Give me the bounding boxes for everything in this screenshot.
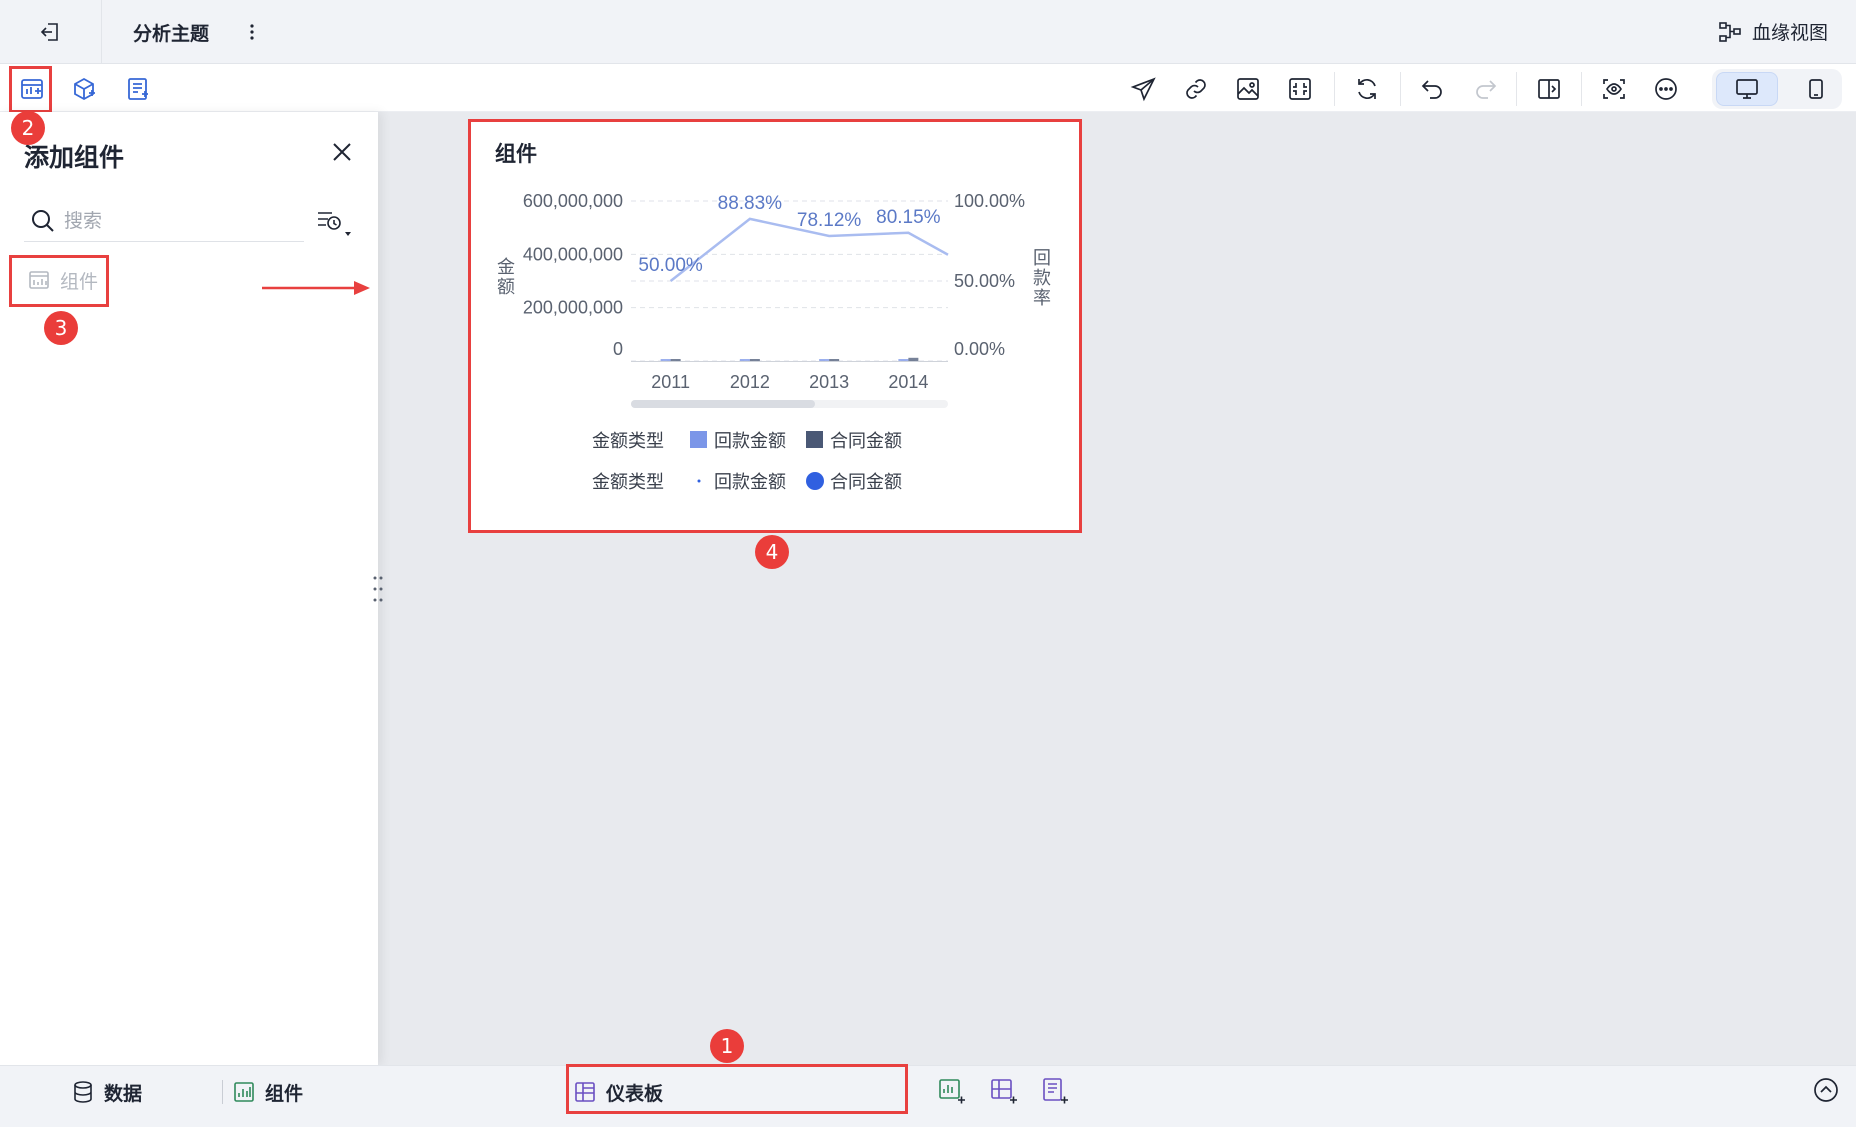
y-axis-title: 金 — [497, 257, 515, 278]
bar — [739, 359, 750, 361]
drag-arrow — [262, 278, 372, 298]
close-icon[interactable] — [328, 138, 356, 166]
legend-swatch — [690, 431, 707, 448]
add-dashboard-icon[interactable] — [989, 1076, 1019, 1106]
bar — [898, 359, 909, 361]
layout-panel-icon[interactable] — [1535, 75, 1563, 103]
y-tick-label: 600,000,000 — [523, 191, 623, 211]
search-input[interactable] — [64, 206, 294, 236]
legend-group-label: 金额类型 — [592, 431, 664, 452]
dataset-cube-icon[interactable] — [70, 75, 98, 103]
y2-tick-label: 50.00% — [954, 271, 1015, 291]
toolbar-divider — [1400, 72, 1401, 106]
toolbar-divider — [1334, 72, 1335, 106]
y-tick-label: 0 — [613, 339, 623, 359]
component-tab-label: 组件 — [265, 1082, 304, 1105]
lineage-label: 血缘视图 — [1751, 22, 1828, 44]
step-badge: 2 — [11, 111, 45, 145]
panel-title: 添加组件 — [24, 143, 125, 172]
add-report-icon[interactable] — [1040, 1076, 1070, 1106]
data-tab-label: 数据 — [104, 1082, 143, 1105]
mobile-view-icon[interactable] — [1794, 72, 1838, 106]
data-label: 80.15% — [876, 207, 941, 228]
y-tick-label: 400,000,000 — [523, 244, 623, 264]
page-title: 分析主题 — [133, 23, 210, 45]
bar — [829, 359, 840, 361]
redo-icon[interactable] — [1471, 75, 1499, 103]
x-tick-label: 2012 — [730, 372, 770, 392]
chart-plot: 50.00% 88.83% 78.12% 80.15% 600,000,000 400,… — [497, 191, 1051, 493]
bar — [660, 359, 671, 361]
data-tab[interactable]: 数据 — [72, 1076, 142, 1108]
highlight-box — [9, 66, 52, 113]
search-icon — [30, 208, 56, 234]
top-header — [0, 0, 1856, 64]
chart-scrollbar-thumb — [631, 400, 815, 408]
more-options-icon[interactable] — [1652, 75, 1680, 103]
header-divider — [101, 0, 102, 64]
y2-tick-label: 100.00% — [954, 191, 1025, 211]
y-tick-label: 200,000,000 — [523, 298, 623, 318]
highlight-box — [9, 255, 109, 307]
dashboard-tab[interactable]: 仪表板 — [574, 1076, 663, 1108]
link-icon[interactable] — [1182, 75, 1210, 103]
panel-resize-handle[interactable] — [372, 574, 384, 604]
y2-axis-title: 率 — [1033, 288, 1051, 309]
x-tick-label: 2013 — [809, 372, 849, 392]
lineage-view-button[interactable]: 血缘视图 — [1718, 18, 1828, 45]
bar — [670, 359, 681, 361]
send-icon[interactable] — [1130, 75, 1158, 103]
legend-swatch — [697, 479, 701, 483]
toolbar-divider — [1581, 72, 1582, 106]
toolbar-divider — [1516, 72, 1517, 106]
y-axis-title: 额 — [497, 277, 515, 298]
x-tick-label: 2011 — [651, 372, 690, 392]
bar — [908, 357, 919, 361]
bar-chart-icon — [233, 1081, 255, 1103]
legend-item-label: 合同金额 — [830, 472, 902, 493]
fullscreen-icon[interactable] — [1286, 75, 1314, 103]
legend-item-label: 合同金额 — [830, 431, 902, 452]
collapse-up-icon[interactable] — [1812, 1076, 1840, 1104]
legend-group-label: 金额类型 — [592, 472, 664, 493]
lineage-icon — [1718, 21, 1742, 43]
history-filter-icon[interactable] — [316, 206, 356, 240]
component-tab[interactable]: 组件 — [233, 1076, 303, 1108]
legend-swatch — [806, 472, 824, 490]
x-tick-label: 2014 — [888, 372, 928, 392]
legend-item-label: 回款金额 — [714, 431, 786, 452]
bottom-divider — [222, 1080, 223, 1104]
dashboard-tab-label: 仪表板 — [606, 1082, 664, 1105]
more-vertical-icon[interactable] — [242, 18, 262, 46]
exit-icon[interactable] — [30, 14, 70, 50]
refresh-icon[interactable] — [1353, 75, 1381, 103]
data-label: 88.83% — [718, 193, 783, 214]
dashboard-icon — [574, 1081, 596, 1103]
step-badge: 1 — [710, 1029, 744, 1063]
add-report-icon[interactable] — [124, 75, 152, 103]
desktop-view-icon[interactable] — [1716, 72, 1778, 106]
y2-axis-title: 款 — [1033, 268, 1051, 289]
step-badge: 3 — [44, 311, 78, 345]
data-label: 50.00% — [638, 255, 703, 276]
data-label: 78.12% — [797, 210, 862, 231]
toolbar — [0, 64, 1856, 112]
bar — [749, 359, 760, 361]
database-icon — [72, 1080, 94, 1104]
step-badge: 4 — [755, 535, 789, 569]
undo-icon[interactable] — [1419, 75, 1447, 103]
add-chart-icon[interactable] — [937, 1076, 967, 1106]
preview-eye-icon[interactable] — [1600, 75, 1628, 103]
y2-tick-label: 0.00% — [954, 339, 1005, 359]
legend-item-label: 回款金额 — [714, 472, 786, 493]
legend-swatch — [806, 431, 823, 448]
y2-axis-title: 回 — [1033, 248, 1051, 269]
bar — [819, 359, 830, 361]
image-export-icon[interactable] — [1234, 75, 1262, 103]
